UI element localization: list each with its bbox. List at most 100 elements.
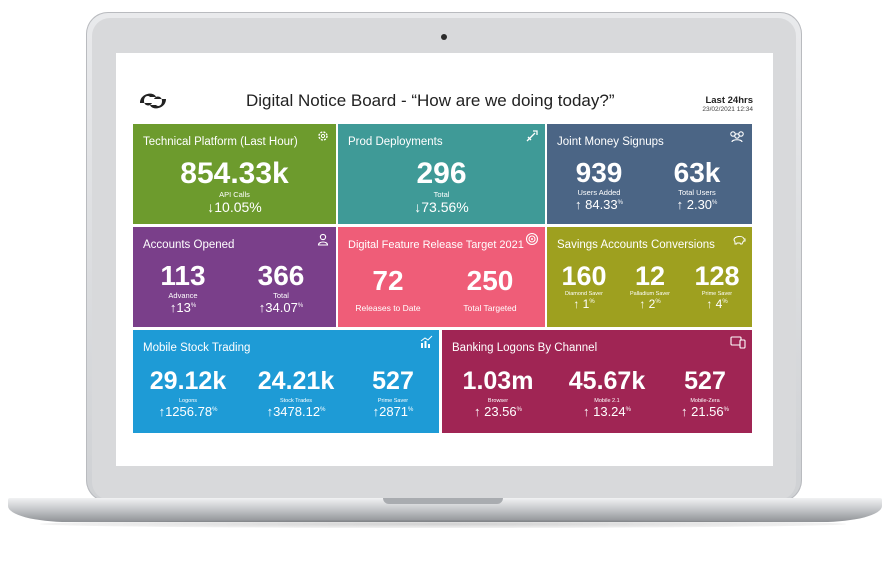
metric-label: Total Users	[678, 188, 716, 197]
timestamp: 23/02/2021 12:34	[702, 106, 753, 113]
tile-title: Accounts Opened	[143, 239, 235, 251]
tile-feature-release-target[interactable]: Digital Feature Release Target 2021 72 R…	[338, 227, 545, 327]
company-logo	[140, 93, 166, 109]
arrow-up-icon: ↑	[676, 197, 684, 212]
percent-sign: %	[712, 200, 718, 206]
change-value: 13.24	[593, 404, 626, 419]
tile-title: Prod Deployments	[348, 136, 443, 148]
tile-title: Digital Feature Release Target 2021	[348, 239, 524, 251]
percent-sign: %	[320, 407, 326, 413]
period-label: Last 24hrs	[705, 95, 753, 106]
metric-value: 939	[575, 157, 623, 188]
devices-icon	[730, 336, 746, 349]
percent-sign: %	[655, 299, 661, 305]
change-value: 3478.12	[273, 404, 321, 419]
tile-accounts-opened[interactable]: Accounts Opened 113 Advance ↑13% 366 Tot…	[133, 227, 336, 327]
metric-change: ↑ 1%	[549, 297, 619, 311]
arrow-up-icon: ↑	[573, 297, 580, 311]
tile-title: Technical Platform (Last Hour)	[143, 136, 298, 148]
tile-joint-money-signups[interactable]: Joint Money Signups 939 Users Added ↑ 84…	[547, 124, 752, 224]
metric-value: 45.67k	[568, 367, 646, 395]
change-value: 23.56	[484, 404, 517, 419]
tile-prod-deployments[interactable]: Prod Deployments 296 Total ↓73.56%	[338, 124, 545, 224]
metric-change: ↑ 84.33%	[549, 197, 649, 212]
metric-change: ↑34.07%	[229, 300, 333, 315]
metric-value: 250	[466, 265, 514, 296]
metric-value: 24.21k	[257, 367, 335, 395]
arrow-up-icon: ↑	[582, 404, 590, 419]
metric-change: ↑ 2.30%	[647, 197, 747, 212]
metric-value: 1.03m	[462, 367, 534, 395]
arrow-up-icon: ↑	[680, 404, 688, 419]
percent-sign: %	[617, 200, 623, 206]
metric-value: 29.12k	[149, 367, 227, 395]
arrow-up-icon: ↑	[473, 404, 481, 419]
metric-value: 366	[257, 260, 305, 291]
metric-change: ↑ 21.56%	[658, 404, 752, 419]
gear-icon	[318, 131, 328, 141]
tile-savings-conversions[interactable]: Savings Accounts Conversions 160 Diamond…	[547, 227, 752, 327]
users-icon	[730, 131, 744, 143]
arrow-up-icon: ↑	[706, 297, 713, 311]
percent-sign: %	[516, 407, 522, 413]
percent-sign: %	[722, 299, 728, 305]
tile-technical-platform[interactable]: Technical Platform (Last Hour) 854.33k A…	[133, 124, 336, 224]
piggy-bank-icon	[733, 236, 746, 245]
chart-icon	[420, 335, 433, 348]
target-icon	[525, 232, 539, 246]
metric-change: ↑1256.78%	[133, 404, 243, 419]
metric-label: Total Targeted	[463, 303, 517, 313]
change-value: 34.07	[265, 300, 298, 315]
change-value: 13	[176, 300, 191, 315]
tile-title: Savings Accounts Conversions	[557, 239, 715, 251]
change-value: 21.56	[691, 404, 724, 419]
metric-change: ↑13%	[133, 300, 233, 315]
metric-value: 160	[561, 261, 607, 291]
notice-board-screen: Digital Notice Board - “How are we doing…	[116, 53, 773, 466]
laptop-hinge-notch	[383, 498, 503, 504]
metric-value: 527	[372, 367, 414, 395]
metric-label: Total	[433, 190, 450, 199]
webcam	[441, 34, 447, 40]
percent-sign: %	[190, 303, 197, 309]
metric-change: ↑ 4%	[682, 297, 752, 311]
percent-sign: %	[625, 407, 631, 413]
metric-label: Releases to Date	[355, 303, 421, 313]
tile-banking-logons-by-channel[interactable]: Banking Logons By Channel 1.03m Browser …	[442, 330, 752, 433]
metric-label: Total	[273, 291, 289, 300]
laptop-shadow	[40, 520, 846, 528]
metric-change: ↑ 23.56%	[446, 404, 550, 419]
metric-value: 12	[634, 261, 666, 291]
percent-sign: %	[408, 407, 414, 413]
rocket-icon	[526, 130, 538, 142]
metric-change: ↓10.05%	[133, 199, 336, 215]
tile-title: Joint Money Signups	[557, 136, 664, 148]
change-value: 84.33	[585, 197, 618, 212]
change-value: 2.30	[686, 197, 713, 212]
arrow-up-icon: ↑	[639, 297, 646, 311]
metric-value: 63k	[673, 157, 721, 188]
metric-change: ↑ 2%	[615, 297, 685, 311]
change-value: 1256.78	[165, 404, 213, 419]
board-title: Digital Notice Board - “How are we doing…	[246, 91, 615, 110]
board-header: Digital Notice Board - “How are we doing…	[116, 53, 773, 119]
change-value: 2871	[379, 404, 409, 419]
percent-sign: %	[297, 303, 304, 309]
tile-title: Mobile Stock Trading	[143, 342, 251, 354]
metric-value: 854.33k	[180, 157, 289, 190]
percent-sign: %	[212, 407, 218, 413]
metric-value: 128	[694, 261, 740, 291]
tile-mobile-stock-trading[interactable]: Mobile Stock Trading 29.12k Logons ↑1256…	[133, 330, 439, 433]
metric-change: ↑3478.12%	[241, 404, 351, 419]
percent-sign: %	[723, 407, 729, 413]
change-value: 73.56%	[421, 199, 469, 215]
metric-value: 296	[416, 157, 467, 190]
metric-value: 113	[160, 260, 206, 291]
metric-change: ↑2871%	[347, 404, 439, 419]
metric-label: Users Added	[577, 188, 621, 197]
metric-label: API Calls	[219, 190, 250, 199]
change-value: 10.05%	[214, 199, 262, 215]
percent-sign: %	[589, 299, 595, 305]
user-icon	[317, 233, 329, 246]
metric-value: 527	[684, 367, 726, 395]
